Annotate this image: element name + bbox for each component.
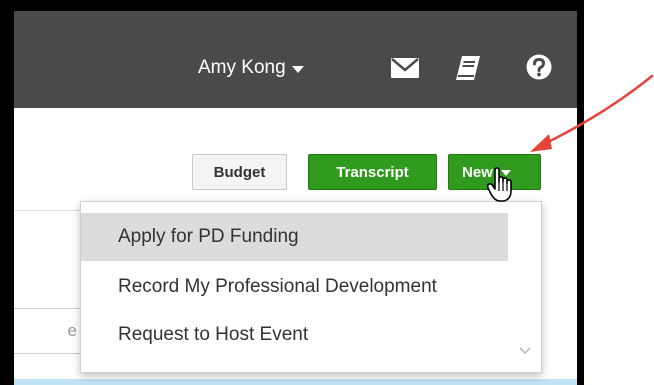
search-placeholder: e — [67, 321, 77, 340]
menu-scrollbar[interactable] — [509, 202, 541, 372]
window-frame-right — [577, 0, 584, 385]
screenshot: Amy Kong Budget Transcript New e Apply f… — [0, 0, 654, 385]
transcript-button-label: Transcript — [336, 163, 409, 181]
book-icon[interactable] — [454, 54, 482, 82]
top-navigation-bar: Amy Kong — [14, 11, 577, 108]
budget-button-label: Budget — [213, 163, 266, 181]
budget-button[interactable]: Budget — [192, 154, 287, 190]
mail-icon[interactable] — [390, 57, 420, 79]
window-frame-top — [0, 0, 584, 11]
caret-down-icon — [291, 65, 304, 73]
transcript-button[interactable]: Transcript — [308, 154, 437, 190]
info-strip — [14, 379, 577, 385]
annotation-arrow-icon — [530, 74, 654, 152]
window-frame-left — [0, 0, 14, 385]
menu-item-apply-pd-funding[interactable]: Apply for PD Funding — [81, 213, 508, 261]
menu-item-label: Record My Professional Development — [118, 276, 437, 297]
user-menu[interactable]: Amy Kong — [198, 56, 304, 80]
hand-pointer-cursor-icon — [487, 167, 512, 202]
menu-item-label: Request to Host Event — [118, 324, 309, 345]
new-dropdown-menu: Apply for PD Funding Record My Professio… — [80, 201, 542, 373]
content-divider — [14, 210, 80, 211]
menu-item-request-host-event[interactable]: Request to Host Event — [81, 311, 508, 359]
chevron-down-icon[interactable] — [519, 346, 531, 356]
search-input[interactable]: e — [14, 308, 84, 354]
menu-item-label: Apply for PD Funding — [118, 226, 299, 247]
menu-item-record-professional-development[interactable]: Record My Professional Development — [81, 263, 508, 311]
user-name: Amy Kong — [198, 57, 286, 78]
